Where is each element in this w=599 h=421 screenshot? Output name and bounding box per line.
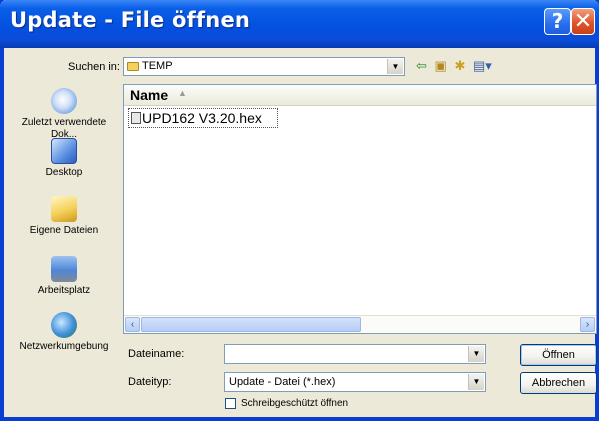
network-icon xyxy=(51,312,77,338)
file-icon xyxy=(131,112,141,124)
folder-icon xyxy=(127,62,139,71)
scroll-left-icon[interactable]: ‹ xyxy=(125,317,140,332)
open-button[interactable]: Öffnen xyxy=(520,344,597,366)
place-label: Eigene Dateien xyxy=(29,225,99,236)
my-computer-icon xyxy=(51,256,77,282)
desktop-icon xyxy=(51,138,77,164)
back-icon[interactable]: ⇦ xyxy=(416,58,427,74)
sort-ascending-icon: ▲ xyxy=(178,88,187,98)
filename-field[interactable]: ▼ xyxy=(224,344,486,364)
chevron-down-icon[interactable]: ▼ xyxy=(468,374,484,390)
place-label: Netzwerkumgebung xyxy=(19,341,109,352)
place-network[interactable]: Netzwerkumgebung xyxy=(8,312,120,353)
column-name-label: Name xyxy=(130,87,169,103)
readonly-checkbox[interactable] xyxy=(225,398,236,409)
cancel-button[interactable]: Abbrechen xyxy=(520,372,597,394)
place-label: Arbeitsplatz xyxy=(37,285,91,296)
readonly-label: Schreibgeschützt öffnen xyxy=(241,398,349,409)
new-folder-icon[interactable]: ✱ xyxy=(454,58,465,74)
up-folder-icon[interactable]: ▣ xyxy=(435,58,447,74)
chevron-down-icon[interactable]: ▼ xyxy=(387,59,403,74)
scroll-right-icon[interactable]: › xyxy=(580,317,595,332)
close-button[interactable]: ✕ xyxy=(571,8,595,35)
place-recent[interactable]: Zuletzt verwendete Dok... xyxy=(8,88,120,141)
place-label: Zuletzt verwendete Dok... xyxy=(21,117,107,140)
recent-documents-icon xyxy=(51,88,77,114)
place-my-documents[interactable]: Eigene Dateien xyxy=(8,196,120,237)
place-desktop[interactable]: Desktop xyxy=(8,138,120,179)
file-open-dialog: Update - File öffnen ? ✕ Suchen in: TEMP… xyxy=(0,0,599,421)
column-header-name[interactable]: Name ▲ xyxy=(124,85,596,106)
filetype-value: Update - Datei (*.hex) xyxy=(229,376,336,388)
file-list[interactable]: Name ▲ UPD162 V3.20.hex ‹ › xyxy=(123,84,597,334)
filetype-label: Dateityp: xyxy=(128,376,172,388)
toolbar: ⇦ ▣ ✱ ▤▾ xyxy=(416,58,496,76)
lookin-label: Suchen in: xyxy=(68,61,120,73)
file-name: UPD162 V3.20.hex xyxy=(142,110,262,126)
scroll-thumb[interactable] xyxy=(141,317,361,332)
place-label: Desktop xyxy=(45,167,83,178)
lookin-value: TEMP xyxy=(142,60,173,72)
place-my-computer[interactable]: Arbeitsplatz xyxy=(8,256,120,297)
view-menu-icon[interactable]: ▤▾ xyxy=(473,58,492,74)
chevron-down-icon[interactable]: ▼ xyxy=(468,346,484,362)
title-bar[interactable]: Update - File öffnen ? ✕ xyxy=(0,0,599,48)
help-button[interactable]: ? xyxy=(544,8,571,35)
filename-label: Dateiname: xyxy=(128,348,185,360)
filetype-dropdown[interactable]: Update - Datei (*.hex) ▼ xyxy=(224,372,486,392)
horizontal-scrollbar[interactable]: ‹ › xyxy=(124,315,596,333)
my-documents-icon xyxy=(51,196,77,222)
lookin-dropdown[interactable]: TEMP ▼ xyxy=(123,57,405,76)
dialog-title: Update - File öffnen xyxy=(10,8,251,32)
list-item[interactable]: UPD162 V3.20.hex xyxy=(128,108,278,128)
